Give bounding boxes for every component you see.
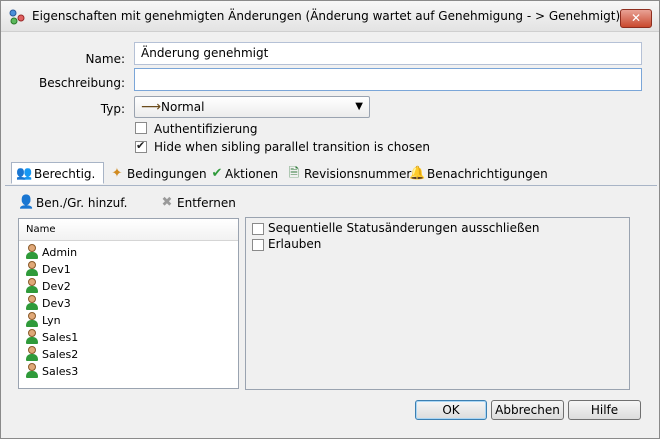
- auth-checkbox[interactable]: [135, 122, 147, 134]
- description-label: Beschreibung:: [39, 76, 125, 90]
- user-name: Dev1: [42, 263, 71, 276]
- close-button[interactable]: ✕: [620, 9, 652, 28]
- exclude-sequential-label: Sequentielle Statusänderungen ausschließ…: [268, 221, 540, 235]
- allow-checkbox[interactable]: [252, 239, 264, 251]
- tab-permissions[interactable]: 👥 Berechtig.: [11, 162, 104, 184]
- remove-button[interactable]: ✖ Entfernen: [159, 195, 249, 212]
- title-bar[interactable]: Eigenschaften mit genehmigten Änderungen…: [1, 1, 659, 32]
- tab-label: Berechtig.: [34, 167, 96, 181]
- user-name: Dev2: [42, 280, 71, 293]
- list-column-header[interactable]: Name: [19, 219, 238, 241]
- add-user-icon: 👤: [18, 195, 35, 210]
- help-button[interactable]: Hilfe: [568, 400, 641, 420]
- tab-label: Aktionen: [225, 167, 279, 181]
- hide-label: Hide when sibling parallel transition is…: [154, 140, 430, 154]
- user-icon: [25, 363, 39, 378]
- user-name: Sales3: [42, 365, 79, 378]
- workflow-icon: [9, 9, 25, 25]
- remove-label: Entfernen: [177, 196, 236, 210]
- allow-label: Erlauben: [268, 237, 322, 251]
- user-icon: [25, 346, 39, 361]
- properties-dialog: Eigenschaften mit genehmigten Änderungen…: [0, 0, 660, 439]
- description-field[interactable]: [134, 68, 642, 91]
- user-list[interactable]: Name Admin Dev1 Dev2 Dev3 Lyn Sales1 Sal…: [18, 218, 239, 389]
- conditions-icon: ✦: [111, 166, 123, 181]
- tab-label: Benachrichtigungen: [427, 167, 548, 181]
- add-user-group-button[interactable]: 👤 Ben./Gr. hinzuf.: [18, 195, 148, 212]
- tab-actions[interactable]: ✔ Aktionen: [205, 163, 279, 185]
- window-title: Eigenschaften mit genehmigten Änderungen…: [32, 9, 621, 23]
- tab-label: Bedingungen: [127, 167, 207, 181]
- revision-doc-icon: 🗎: [288, 166, 300, 181]
- exclude-sequential-checkbox[interactable]: [252, 223, 264, 235]
- type-value: Normal: [161, 100, 205, 114]
- user-name: Sales1: [42, 331, 79, 344]
- name-field[interactable]: Änderung genehmigt: [134, 42, 642, 65]
- user-name: Sales2: [42, 348, 79, 361]
- close-icon: ✕: [630, 11, 642, 25]
- tab-revision[interactable]: 🗎 Revisionsnummer: [282, 163, 412, 185]
- tab-notifications[interactable]: 🔔 Benachrichtigungen: [405, 163, 548, 185]
- user-icon: [25, 329, 39, 344]
- ok-button[interactable]: OK: [415, 400, 487, 420]
- bell-icon: 🔔: [409, 166, 426, 181]
- add-user-group-label: Ben./Gr. hinzuf.: [36, 196, 128, 210]
- auth-label: Authentifizierung: [154, 122, 258, 136]
- name-value: Änderung genehmigt: [141, 46, 269, 60]
- permission-options-panel: Sequentielle Statusänderungen ausschließ…: [245, 217, 630, 390]
- actions-check-icon: ✔: [211, 166, 223, 181]
- user-name: Lyn: [42, 314, 61, 327]
- user-name: Admin: [42, 246, 78, 259]
- column-name-label: Name: [26, 224, 56, 235]
- remove-x-icon: ✖: [161, 195, 173, 210]
- user-icon: [25, 278, 39, 293]
- user-icon: [25, 244, 39, 259]
- type-label: Typ:: [100, 102, 125, 116]
- type-select[interactable]: ⟶ Normal ▼: [134, 96, 370, 118]
- arrow-right-icon: ⟶: [141, 99, 162, 115]
- tab-strip: 👥 Berechtig. ✦ Bedingungen ✔ Aktionen 🗎 …: [5, 162, 657, 186]
- user-name: Dev3: [42, 297, 71, 310]
- user-icon: [25, 312, 39, 327]
- tab-label: Revisionsnummer: [304, 167, 412, 181]
- hide-checkbox[interactable]: ✔: [135, 139, 147, 153]
- user-icon: [25, 261, 39, 276]
- chevron-down-icon: ▼: [355, 101, 363, 112]
- name-label: Name:: [85, 52, 125, 66]
- checkmark-icon: ✔: [136, 139, 146, 152]
- user-icon: [25, 295, 39, 310]
- tab-conditions[interactable]: ✦ Bedingungen: [105, 163, 207, 185]
- users-icon: 👥: [16, 166, 33, 181]
- cancel-button[interactable]: Abbrechen: [491, 400, 564, 420]
